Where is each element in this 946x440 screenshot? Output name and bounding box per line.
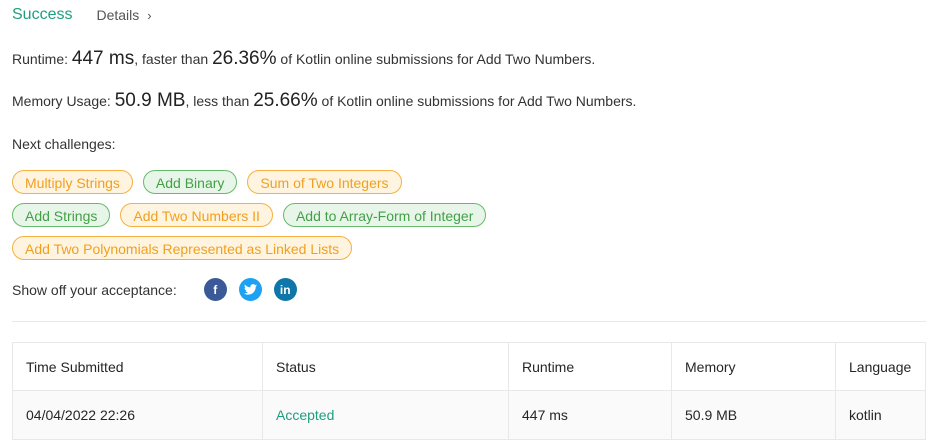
challenges-row: Add Strings Add Two Numbers II Add to Ar… — [12, 203, 487, 227]
column-header[interactable]: Status — [262, 342, 509, 391]
twitter-icon[interactable] — [238, 278, 262, 301]
column-header[interactable]: Time Submitted — [12, 342, 263, 391]
memory-percent: 25.66% — [253, 90, 318, 111]
time-submitted-cell: 04/04/2022 22:26 — [12, 390, 263, 440]
linkedin-icon[interactable]: in — [273, 278, 297, 301]
runtime-stat: Runtime: 447 ms, faster than 26.36% of K… — [12, 48, 595, 70]
challenge-chip[interactable]: Multiply Strings — [12, 170, 133, 194]
column-header[interactable]: Memory — [671, 342, 836, 391]
result-header: Success Details › — [12, 6, 152, 24]
runtime-label: Runtime: — [12, 51, 69, 67]
facebook-icon[interactable]: f — [203, 278, 227, 301]
challenges-row: Add Two Polynomials Represented as Linke… — [12, 236, 353, 260]
runtime-value: 447 ms — [71, 48, 135, 69]
submissions-table: Time Submitted Status Runtime Memory Lan… — [12, 342, 926, 440]
share-label: Show off your acceptance: — [12, 281, 177, 298]
status-link[interactable]: Accepted — [262, 390, 509, 440]
column-header[interactable]: Language — [835, 342, 926, 391]
runtime-comparison: , faster than — [134, 51, 209, 67]
runtime-cell: 447 ms — [508, 390, 672, 440]
table-row: 04/04/2022 22:26 Accepted 447 ms 50.9 MB… — [12, 390, 926, 440]
memory-value: 50.9 MB — [114, 90, 186, 111]
challenges-row: Multiply Strings Add Binary Sum of Two I… — [12, 170, 402, 194]
challenge-chip[interactable]: Sum of Two Integers — [247, 170, 402, 194]
column-header[interactable]: Runtime — [508, 342, 672, 391]
runtime-suffix: of Kotlin online submissions for Add Two… — [280, 51, 596, 67]
challenge-chip[interactable]: Add Two Numbers II — [120, 203, 273, 227]
runtime-percent: 26.36% — [212, 48, 277, 69]
memory-label: Memory Usage: — [12, 93, 111, 109]
divider — [12, 321, 926, 322]
share-section: Show off your acceptance: f in — [12, 278, 297, 301]
memory-cell: 50.9 MB — [671, 390, 836, 440]
chevron-right-icon[interactable]: › — [147, 8, 151, 23]
challenge-chip[interactable]: Add Binary — [142, 170, 238, 194]
memory-suffix: of Kotlin online submissions for Add Two… — [321, 93, 637, 109]
table-header-row: Time Submitted Status Runtime Memory Lan… — [12, 342, 926, 391]
next-challenges-label: Next challenges: — [12, 136, 116, 152]
success-status: Success — [12, 6, 73, 23]
challenge-chip[interactable]: Add to Array-Form of Integer — [282, 203, 487, 227]
details-link[interactable]: Details › — [96, 7, 151, 23]
challenge-chip[interactable]: Add Two Polynomials Represented as Linke… — [12, 236, 353, 260]
memory-comparison: , less than — [185, 93, 250, 109]
share-icons: f in — [203, 278, 297, 301]
memory-stat: Memory Usage: 50.9 MB, less than 25.66% … — [12, 90, 636, 112]
language-cell: kotlin — [835, 390, 926, 440]
details-label[interactable]: Details — [96, 7, 139, 23]
challenge-chip[interactable]: Add Strings — [12, 203, 111, 227]
